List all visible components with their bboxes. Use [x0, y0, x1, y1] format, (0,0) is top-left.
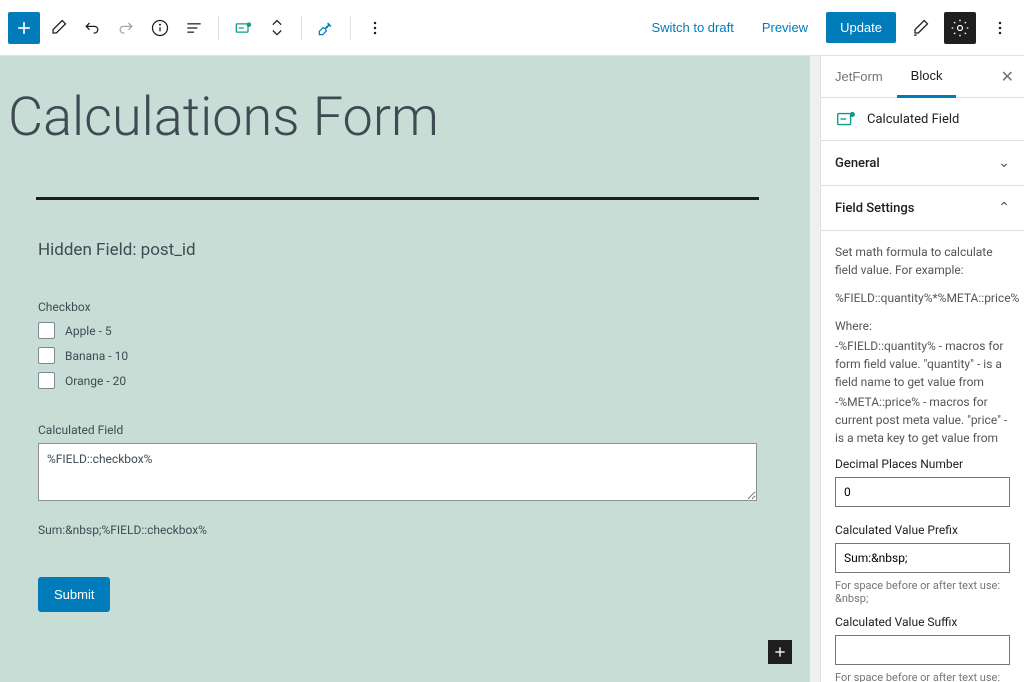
page-title[interactable]: Calculations Form — [8, 56, 787, 179]
chevron-down-icon: ⌄ — [998, 155, 1010, 171]
calculated-field-icon — [835, 108, 857, 130]
more-menu-button[interactable] — [984, 12, 1016, 44]
block-name: Calculated Field — [867, 112, 959, 127]
checkbox-option-label: Apple - 5 — [65, 324, 112, 338]
suffix-help: For space before or after text use: &nbs… — [835, 671, 1010, 682]
toolbar-left — [8, 12, 391, 44]
prefix-label: Calculated Value Prefix — [835, 523, 1010, 537]
switch-to-draft-button[interactable]: Switch to draft — [641, 14, 743, 41]
form-section: Hidden Field: post_id Checkbox Apple - 5… — [8, 240, 787, 612]
move-block-buttons[interactable] — [261, 12, 293, 44]
checkbox-input[interactable] — [38, 322, 55, 339]
toolbar-divider — [218, 16, 219, 40]
checkbox-input[interactable] — [38, 372, 55, 389]
checkbox-input[interactable] — [38, 347, 55, 364]
help-meta-macro: -%META::price% - macros for current post… — [835, 393, 1010, 447]
top-toolbar: Switch to draft Preview Update — [0, 0, 1024, 56]
update-button[interactable]: Update — [826, 12, 896, 43]
hidden-field-block[interactable]: Hidden Field: post_id — [38, 240, 757, 260]
suffix-input[interactable] — [835, 635, 1010, 665]
calculated-field-label[interactable]: Calculated Field — [38, 423, 757, 437]
inline-add-block-button[interactable] — [768, 640, 792, 664]
checkbox-row: Banana - 10 — [38, 347, 757, 364]
decimal-places-label: Decimal Places Number — [835, 457, 1010, 471]
submit-button[interactable]: Submit — [38, 577, 110, 612]
wrench-button[interactable] — [310, 12, 342, 44]
scrollbar-gutter — [810, 56, 820, 682]
preview-button[interactable]: Preview — [752, 14, 818, 41]
close-sidebar-button[interactable]: ✕ — [991, 56, 1024, 97]
toolbar-divider — [350, 16, 351, 40]
help-field-macro: -%FIELD::quantity% - macros for form fie… — [835, 337, 1010, 391]
tab-block[interactable]: Block — [897, 56, 957, 98]
suffix-label: Calculated Value Suffix — [835, 615, 1010, 629]
checkbox-list: Apple - 5 Banana - 10 Orange - 20 — [38, 322, 757, 389]
help-intro: Set math formula to calculate field valu… — [835, 243, 1010, 279]
calculated-preview: Sum:&nbsp;%FIELD::checkbox% — [38, 523, 757, 537]
sidebar-tabs: JetForm Block ✕ — [821, 56, 1024, 98]
redo-button[interactable] — [110, 12, 142, 44]
edit-mode-button[interactable] — [42, 12, 74, 44]
main-layout: Calculations Form Hidden Field: post_id … — [0, 56, 1024, 682]
checkbox-field-label[interactable]: Checkbox — [38, 300, 757, 314]
tab-jetform[interactable]: JetForm — [821, 56, 897, 97]
panel-general[interactable]: General ⌄ — [821, 141, 1024, 186]
details-button[interactable] — [144, 12, 176, 44]
block-header: Calculated Field — [821, 98, 1024, 141]
prefix-help: For space before or after text use: &nbs… — [835, 579, 1010, 605]
settings-button[interactable] — [944, 12, 976, 44]
block-type-button[interactable] — [227, 12, 259, 44]
editor-content: Calculations Form Hidden Field: post_id … — [0, 56, 795, 682]
checkbox-row: Orange - 20 — [38, 372, 757, 389]
settings-sidebar: JetForm Block ✕ Calculated Field General… — [820, 56, 1024, 682]
prefix-input[interactable] — [835, 543, 1010, 573]
checkbox-option-label: Banana - 10 — [65, 349, 128, 363]
checkbox-row: Apple - 5 — [38, 322, 757, 339]
decimal-places-input[interactable] — [835, 477, 1010, 507]
checkbox-option-label: Orange - 20 — [65, 374, 126, 388]
editor-canvas[interactable]: Calculations Form Hidden Field: post_id … — [0, 56, 810, 682]
outline-button[interactable] — [178, 12, 210, 44]
toolbar-right: Switch to draft Preview Update — [641, 12, 1016, 44]
more-options-button[interactable] — [359, 12, 391, 44]
chevron-up-icon: ⌃ — [998, 200, 1010, 216]
jet-styles-button[interactable] — [904, 12, 936, 44]
panel-field-settings-body: Set math formula to calculate field valu… — [821, 231, 1024, 682]
help-example: %FIELD::quantity%*%META::price% — [835, 289, 1010, 307]
add-block-button[interactable] — [8, 12, 40, 44]
toolbar-divider — [301, 16, 302, 40]
calculated-field-textarea[interactable]: %FIELD::checkbox% — [38, 443, 757, 501]
undo-button[interactable] — [76, 12, 108, 44]
help-where: Where: — [835, 317, 1010, 335]
separator-block[interactable] — [36, 197, 759, 200]
panel-field-settings[interactable]: Field Settings ⌃ — [821, 186, 1024, 231]
